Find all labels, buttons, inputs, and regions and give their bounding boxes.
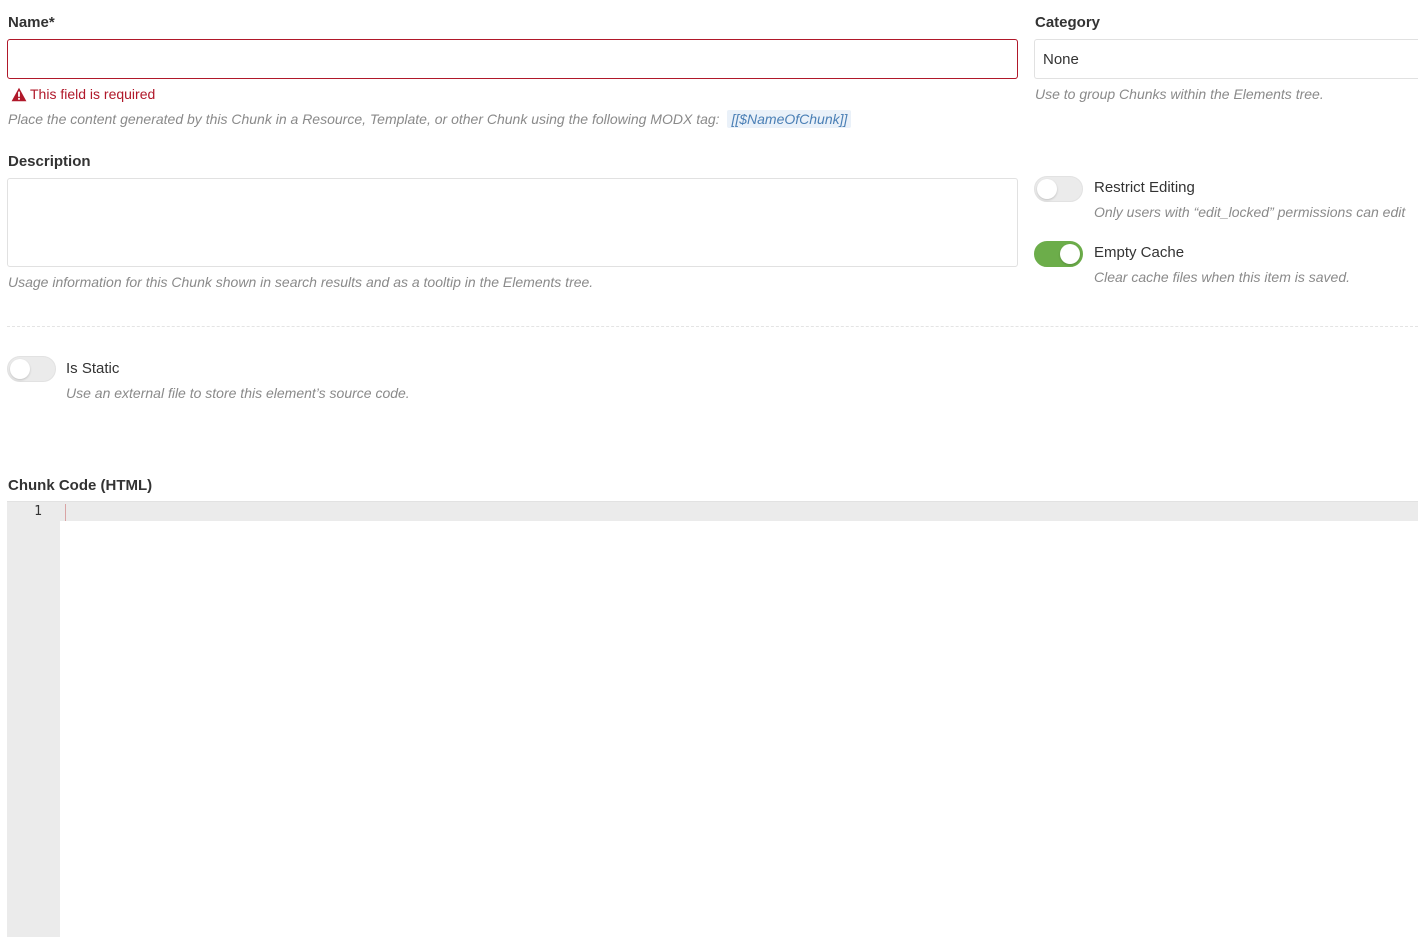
is-static-toggle[interactable] [7, 356, 56, 382]
toggle-knob [10, 359, 30, 379]
name-error-text: This field is required [30, 86, 156, 102]
warning-icon [11, 87, 27, 101]
empty-cache-help: Clear cache files when this item is save… [1094, 269, 1350, 285]
line-number-gutter [7, 502, 60, 937]
code-editor[interactable]: 1 [7, 501, 1418, 937]
name-help: Place the content generated by this Chun… [8, 110, 852, 128]
restrict-editing-label: Restrict Editing [1094, 179, 1195, 196]
name-error: This field is required [11, 85, 155, 103]
name-input[interactable] [7, 39, 1018, 79]
text-cursor [65, 504, 66, 521]
restrict-editing-toggle[interactable] [1034, 176, 1083, 202]
toggle-knob [1037, 179, 1057, 199]
category-help: Use to group Chunks within the Elements … [1035, 86, 1324, 102]
restrict-editing-help: Only users with “edit_locked” permission… [1094, 204, 1406, 220]
category-label: Category [1035, 14, 1101, 31]
code-editor-label: Chunk Code (HTML) [8, 477, 153, 494]
active-line-highlight [60, 502, 1418, 521]
modx-tag: [[$NameOfChunk]] [727, 110, 852, 128]
description-textarea[interactable] [7, 178, 1018, 267]
empty-cache-label: Empty Cache [1094, 244, 1185, 261]
empty-cache-toggle[interactable] [1034, 241, 1083, 267]
line-number: 1 [34, 504, 42, 519]
is-static-help: Use an external file to store this eleme… [66, 385, 410, 401]
category-value: None [1043, 51, 1079, 68]
category-select[interactable]: None [1034, 39, 1418, 79]
description-help: Usage information for this Chunk shown i… [8, 274, 594, 290]
description-label: Description [8, 153, 91, 170]
section-divider [7, 326, 1418, 327]
name-label: Name* [8, 14, 55, 31]
toggle-knob [1060, 244, 1080, 264]
name-help-text: Place the content generated by this Chun… [8, 111, 720, 127]
is-static-label: Is Static [66, 360, 120, 377]
